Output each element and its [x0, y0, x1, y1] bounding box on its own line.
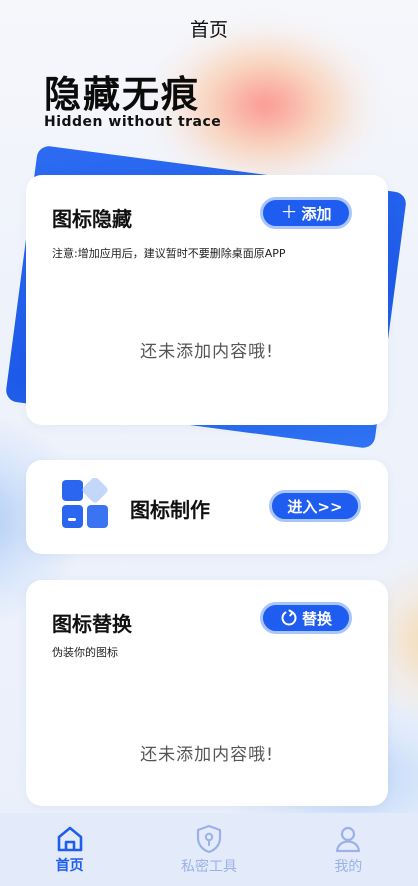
page-title: 首页	[189, 18, 228, 41]
top-bar: 首页	[0, 0, 418, 56]
add-button[interactable]: ＋ 添加	[260, 197, 352, 229]
icon-hide-empty-text: 还未添加内容哦!	[140, 342, 274, 362]
nav-item-me[interactable]: 我的	[279, 813, 418, 886]
replace-button[interactable]: 替换	[260, 602, 352, 634]
hero-subtitle: Hidden without trace	[44, 114, 222, 130]
icon-replace-note: 伪装你的图标	[52, 646, 118, 659]
add-button-label: 添加	[301, 204, 332, 223]
user-icon	[336, 826, 361, 852]
icon-replace-empty-text: 还未添加内容哦!	[140, 745, 274, 765]
icon-make-title: 图标制作	[130, 498, 210, 522]
shield-icon	[196, 824, 222, 853]
enter-button[interactable]: 进入>>	[269, 490, 361, 522]
icon-make-card[interactable]: 图标制作 进入>>	[26, 460, 388, 554]
icon-hide-card: 图标隐藏 ＋ 添加 注意:增加应用后，建议暂时不要删除桌面原APP 还未添加内容…	[26, 175, 388, 425]
nav-item-home[interactable]: 首页	[0, 813, 139, 886]
app-tiles-icon	[62, 478, 108, 528]
replace-button-label: 替换	[301, 609, 332, 628]
icon-hide-title: 图标隐藏	[52, 207, 132, 231]
hero-title: 隐藏无痕	[44, 73, 200, 116]
nav-item-private-tools[interactable]: 私密工具	[139, 813, 278, 886]
nav-label-private-tools: 私密工具	[180, 858, 237, 875]
nav-label-me: 我的	[334, 858, 363, 875]
enter-button-label: 进入>>	[287, 497, 343, 516]
icon-replace-title: 图标替换	[52, 612, 132, 636]
plus-icon: ＋	[280, 202, 298, 223]
home-icon	[57, 826, 82, 851]
icon-hide-note: 注意:增加应用后，建议暂时不要删除桌面原APP	[52, 247, 286, 260]
icon-replace-card: 图标替换 替换 伪装你的图标 还未添加内容哦!	[26, 580, 388, 806]
nav-label-home: 首页	[55, 857, 84, 874]
bottom-nav: 首页 私密工具 我的	[0, 813, 418, 886]
refresh-icon	[281, 609, 297, 626]
